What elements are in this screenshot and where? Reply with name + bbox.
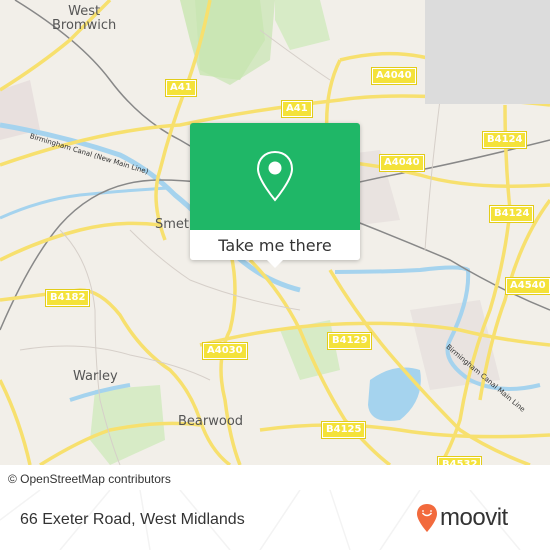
address-label: 66 Exeter Road, West Midlands [20,511,245,528]
take-me-there-button[interactable]: Take me there [190,230,360,260]
road-shield: A4540 [505,277,550,295]
popup-pointer [267,260,283,268]
popup-header [190,123,360,230]
moovit-pin-icon [417,504,437,532]
place-label-bearwood: Bearwood [178,414,244,429]
road-shield: B4129 [326,332,373,350]
road-shield: A41 [165,79,197,97]
road-shield: B4124 [481,131,528,149]
moovit-logo[interactable]: moovit [416,503,508,533]
place-label-west-bromwich: West Bromwich [52,5,116,33]
road-shield: A4040 [379,154,425,172]
road-shield: B4532 [436,456,483,465]
road-shield: A4030 [202,342,248,360]
road-shield: B4182 [44,289,91,307]
moovit-wordmark: moovit [440,504,508,531]
road-shield: B4125 [320,421,367,439]
road-shield: A41 [281,100,313,118]
unloaded-map-tile [425,0,550,104]
place-label-line: West [68,4,101,19]
place-label-smethwick: Smet [155,217,190,232]
road-shield: A4040 [371,67,417,85]
map-pin-icon [256,150,294,202]
road-shield: B4124 [488,205,535,223]
place-label-line: Bromwich [52,18,117,33]
location-popup[interactable]: Take me there [190,123,360,268]
map-attribution[interactable]: © OpenStreetMap contributors [0,470,179,488]
place-label-warley: Warley [73,369,118,384]
